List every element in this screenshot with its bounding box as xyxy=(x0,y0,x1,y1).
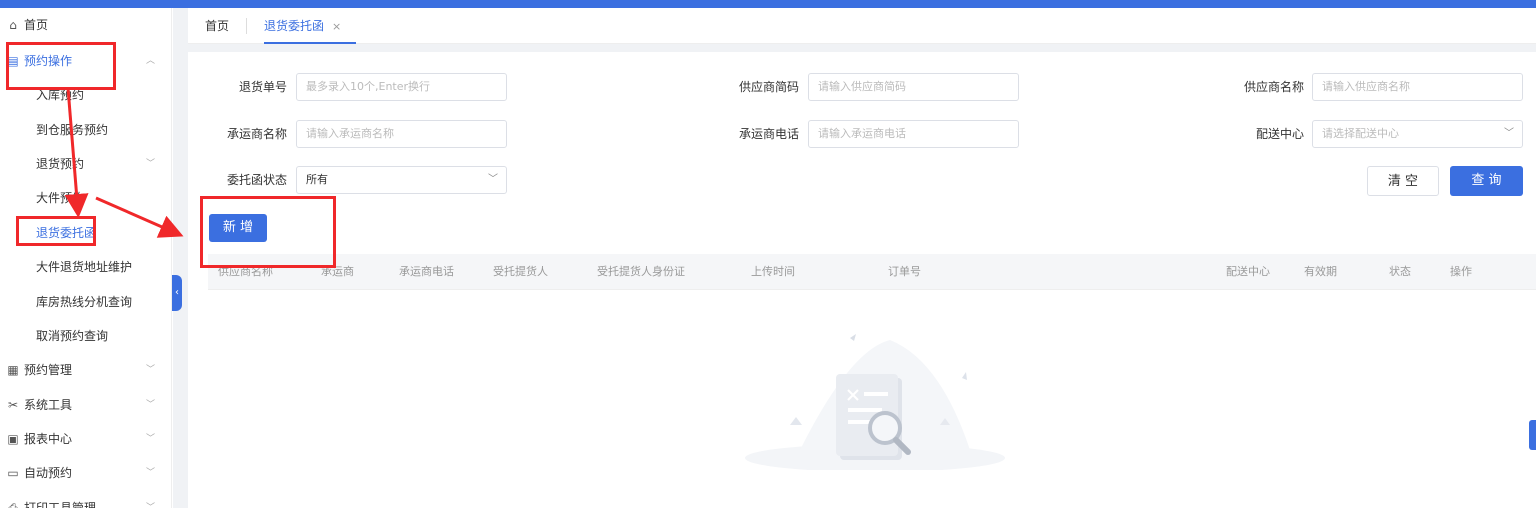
add-button[interactable]: 新 增 xyxy=(209,214,267,242)
sidebar-item-return-reservation[interactable]: 退货预约 ﹀ xyxy=(0,147,172,181)
chevron-down-icon: ﹀ xyxy=(146,159,156,169)
report-icon: ▣ xyxy=(7,432,19,446)
manage-icon: ▦ xyxy=(7,363,19,377)
chevron-down-icon: ﹀ xyxy=(146,503,156,508)
chevron-down-icon: ﹀ xyxy=(146,400,156,410)
col-status: 状态 xyxy=(1389,265,1411,278)
sidebar-group-auto-reservation[interactable]: ▭ 自动预约 ﹀ xyxy=(0,456,172,490)
sidebar-item-hotline-query[interactable]: 库房热线分机查询 xyxy=(0,285,172,319)
sidebar-collapse-button[interactable]: ‹ xyxy=(172,275,182,311)
return-no-label: 退货单号 xyxy=(238,80,287,94)
chevron-left-icon: ‹ xyxy=(175,287,179,298)
status-label: 委托函状态 xyxy=(226,173,287,187)
tab-bar: 首页 退货委托函 × xyxy=(188,8,1536,44)
close-icon[interactable]: × xyxy=(332,20,341,33)
empty-state-illustration xyxy=(740,330,1010,472)
return-no-input[interactable]: 最多录入10个,Enter换行 xyxy=(296,73,507,101)
sidebar-item-cancel-query[interactable]: 取消预约查询 xyxy=(0,319,172,353)
sidebar: ⌂ 首页 ▤ 预约操作 ︿ 入库预约 到仓服务预约 退货预约 ﹀ 大件预约 退货… xyxy=(0,8,172,508)
sidebar-group-reservation-manage[interactable]: ▦ 预约管理 ﹀ xyxy=(0,353,172,387)
sidebar-group-report-center[interactable]: ▣ 报表中心 ﹀ xyxy=(0,422,172,456)
tab-return-letter[interactable]: 退货委托函 × xyxy=(264,8,357,44)
chevron-down-icon: ﹀ xyxy=(146,434,156,444)
empty-document-search-icon xyxy=(745,334,1005,472)
col-consignee-id: 受托提货人身份证 xyxy=(597,265,685,278)
chevron-up-icon: ︿ xyxy=(146,56,156,66)
sidebar-group-reservation-ops[interactable]: ▤ 预约操作 ︿ xyxy=(0,44,172,78)
table-header: 供应商名称 承运商 承运商电话 受托提货人 受托提货人身份证 上传时间 订单号 … xyxy=(208,254,1536,290)
col-dc: 配送中心 xyxy=(1226,265,1270,278)
sidebar-item-bulky-return-address[interactable]: 大件退货地址维护 xyxy=(0,250,172,284)
col-actions: 操作 xyxy=(1450,265,1472,278)
chevron-down-icon: ﹀ xyxy=(1504,128,1514,139)
col-upload-time: 上传时间 xyxy=(751,265,795,278)
chevron-down-icon: ﹀ xyxy=(146,468,156,478)
printer-icon: ⎙ xyxy=(8,501,18,508)
carrier-name-input[interactable]: 请输入承运商名称 xyxy=(296,120,507,148)
sidebar-item-return-letter[interactable]: 退货委托函 xyxy=(0,216,172,250)
dc-label: 配送中心 xyxy=(1255,127,1304,141)
col-order-no: 订单号 xyxy=(888,265,921,278)
supplier-name-label: 供应商名称 xyxy=(1243,80,1304,94)
supplier-name-input[interactable]: 请输入供应商名称 xyxy=(1312,73,1523,101)
sidebar-group-print-tools[interactable]: ⎙ 打印工具管理 ﹀ xyxy=(0,491,172,508)
chevron-down-icon: ﹀ xyxy=(488,174,498,185)
side-float-tab[interactable] xyxy=(1529,420,1536,450)
tools-icon: ✂ xyxy=(7,398,19,412)
col-carrier: 承运商 xyxy=(321,265,354,278)
sidebar-item-home[interactable]: ⌂ 首页 xyxy=(0,8,172,42)
sidebar-item-inbound-reservation[interactable]: 入库预约 xyxy=(0,78,172,112)
status-select[interactable]: 所有 ﹀ xyxy=(296,166,507,194)
carrier-name-label: 承运商名称 xyxy=(226,127,287,141)
carrier-phone-input[interactable]: 请输入承运商电话 xyxy=(808,120,1019,148)
col-supplier-name: 供应商名称 xyxy=(218,265,273,278)
tab-divider xyxy=(246,18,247,34)
tab-home[interactable]: 首页 xyxy=(205,8,229,44)
calendar-icon: ▤ xyxy=(7,54,19,68)
supplier-code-label: 供应商简码 xyxy=(738,80,799,94)
chevron-down-icon: ﹀ xyxy=(146,365,156,375)
gutter xyxy=(173,8,188,508)
sidebar-item-warehouse-service[interactable]: 到仓服务预约 xyxy=(0,113,172,147)
col-validity: 有效期 xyxy=(1304,265,1337,278)
query-button[interactable]: 查 询 xyxy=(1450,166,1523,196)
col-consignee: 受托提货人 xyxy=(493,265,548,278)
supplier-code-input[interactable]: 请输入供应商简码 xyxy=(808,73,1019,101)
content-divider xyxy=(188,44,1536,52)
home-icon: ⌂ xyxy=(9,18,17,32)
col-carrier-phone: 承运商电话 xyxy=(399,265,454,278)
monitor-icon: ▭ xyxy=(7,466,19,480)
top-bar xyxy=(0,0,1536,8)
dc-select[interactable]: 请选择配送中心 ﹀ xyxy=(1312,120,1523,148)
carrier-phone-label: 承运商电话 xyxy=(738,127,799,141)
sidebar-item-bulky-reservation[interactable]: 大件预约 xyxy=(0,181,172,215)
sidebar-group-system-tools[interactable]: ✂ 系统工具 ﹀ xyxy=(0,388,172,422)
clear-button[interactable]: 清 空 xyxy=(1367,166,1439,196)
